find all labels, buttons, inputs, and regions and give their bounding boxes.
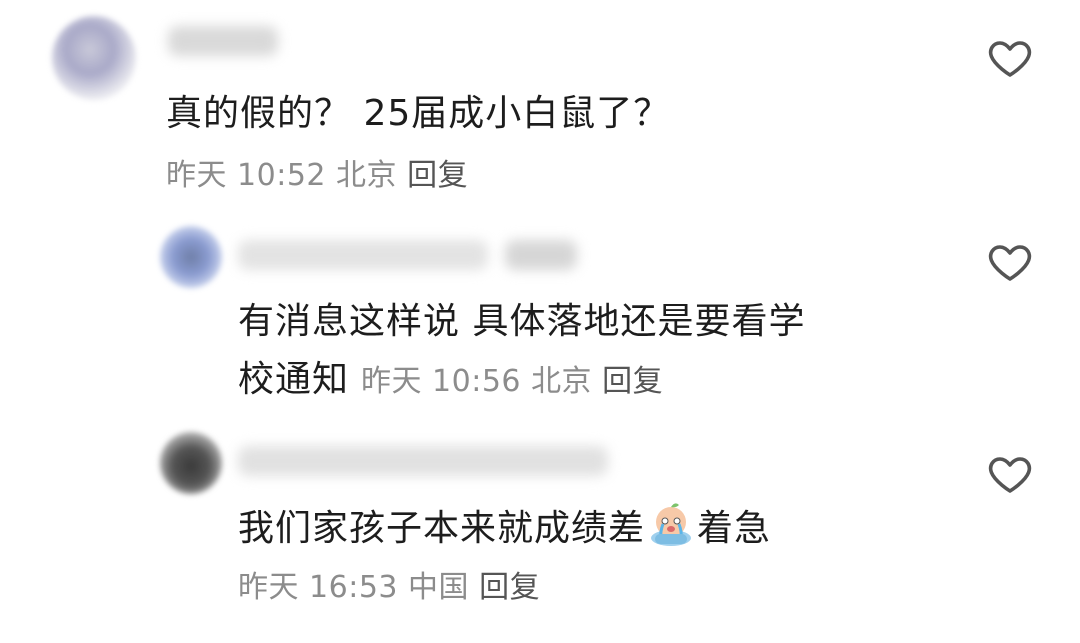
heart-outline-icon[interactable] <box>986 34 1034 82</box>
username-blurred[interactable] <box>238 240 488 270</box>
comment-meta: 昨天 10:52 北京 回复 <box>166 150 468 194</box>
username-blurred[interactable] <box>238 446 608 476</box>
comment-text: 我们家孩子本来就成绩差 着急 <box>238 500 771 555</box>
comment-location: 中国 <box>408 570 470 605</box>
comment-text-tail: 校通知 <box>238 359 350 400</box>
comment-location: 北京 <box>531 364 593 399</box>
heart-outline-icon[interactable] <box>986 238 1034 286</box>
comment-time: 昨天 10:52 <box>166 158 326 193</box>
comment-text: 有消息这样说 具体落地还是要看学 校通知 昨天 10:56 北京 回复 <box>238 296 805 408</box>
comment-time: 昨天 16:53 <box>238 570 398 605</box>
comment-text-line: 有消息这样说 具体落地还是要看学 <box>238 301 806 342</box>
comment-text-line: 校通知 昨天 10:56 北京 回复 <box>238 354 805 408</box>
comment-meta: 昨天 10:56 北京 回复 <box>361 364 663 399</box>
comment-location: 北京 <box>336 158 398 193</box>
comment-text-before: 我们家孩子本来就成绩差 <box>238 508 646 549</box>
reply-button[interactable]: 回复 <box>407 158 468 193</box>
comment-text-after: 着急 <box>697 508 772 549</box>
username-blurred[interactable] <box>168 26 278 56</box>
comment-meta: 昨天 16:53 中国 回复 <box>238 562 540 606</box>
reply-button[interactable]: 回复 <box>602 364 663 399</box>
comment-time: 昨天 10:56 <box>361 364 522 399</box>
user-tag-blurred <box>505 240 577 270</box>
reply-button[interactable]: 回复 <box>479 570 540 605</box>
avatar[interactable] <box>52 16 136 100</box>
avatar[interactable] <box>160 226 222 288</box>
avatar[interactable] <box>160 432 222 494</box>
heart-outline-icon[interactable] <box>986 450 1034 498</box>
crying-emoji <box>651 503 692 546</box>
comment-text: 真的假的？ 25届成小白鼠了？ <box>166 93 671 134</box>
